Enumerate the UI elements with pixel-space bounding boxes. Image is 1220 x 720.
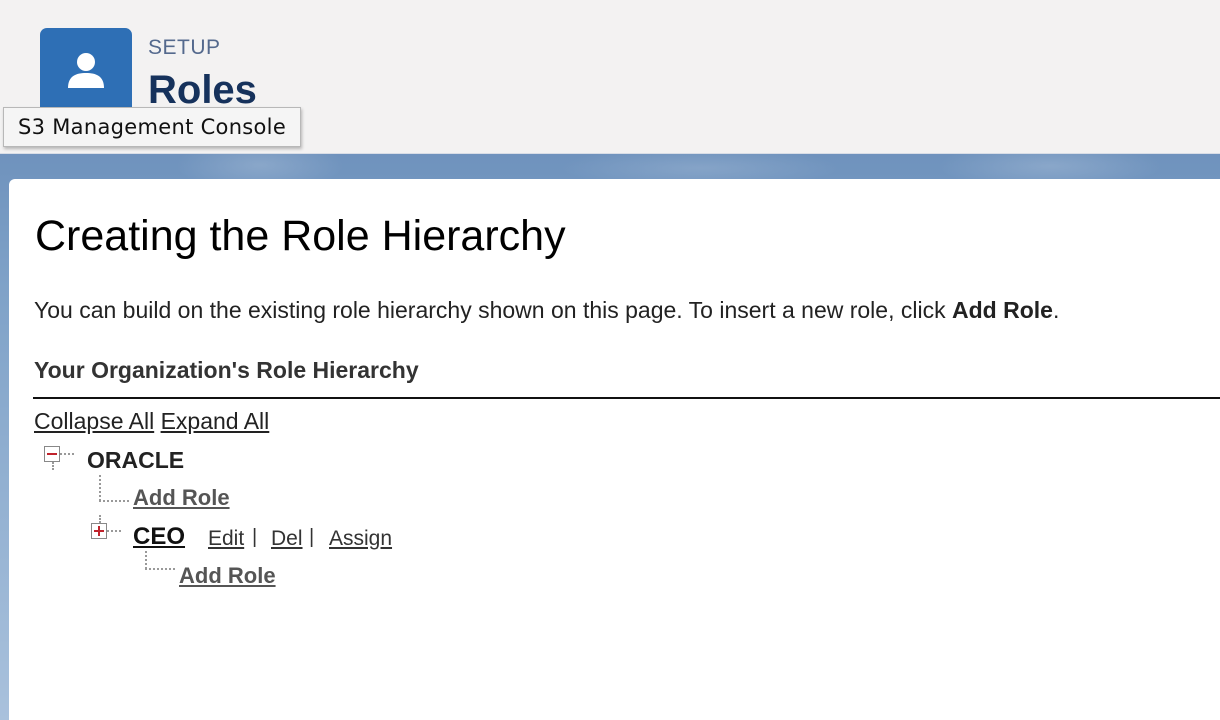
del-link[interactable]: Del: [271, 527, 303, 551]
section-divider: [33, 397, 1220, 399]
tree-connector: [145, 568, 175, 570]
tree-controls: Collapse All Expand All: [34, 408, 269, 435]
assign-link[interactable]: Assign: [329, 527, 392, 551]
content-panel: Creating the Role Hierarchy You can buil…: [9, 179, 1220, 720]
main-heading: Creating the Role Hierarchy: [35, 212, 566, 260]
intro-text: You can build on the existing role hiera…: [34, 297, 1059, 324]
tree-connector: [99, 475, 101, 501]
header-section-label: SETUP: [148, 36, 221, 59]
tooltip: S3 Management Console: [3, 107, 302, 147]
add-role-link-root[interactable]: Add Role: [133, 485, 230, 511]
tree-connector: [107, 530, 121, 532]
intro-text-suffix: .: [1052, 297, 1060, 323]
action-separator: |: [309, 526, 315, 548]
tree-connector: [52, 462, 54, 470]
tree-connector: [99, 515, 101, 523]
expand-all-link[interactable]: Expand All: [161, 408, 270, 434]
action-separator: |: [252, 526, 258, 548]
add-role-link-ceo[interactable]: Add Role: [179, 563, 276, 589]
intro-text-bold: Add Role: [951, 297, 1053, 323]
section-title: Your Organization's Role Hierarchy: [34, 357, 419, 383]
tree-connector: [60, 453, 74, 455]
role-node-oracle: ORACLE: [87, 447, 185, 473]
collapse-all-link[interactable]: Collapse All: [34, 408, 154, 434]
role-node-ceo[interactable]: CEO: [133, 523, 185, 551]
edit-link[interactable]: Edit: [208, 527, 244, 551]
minus-box-icon[interactable]: [44, 446, 60, 462]
intro-text-prefix: You can build on the existing role hiera…: [34, 297, 952, 323]
tree-connector: [145, 551, 147, 569]
tree-connector: [99, 500, 129, 502]
plus-box-icon[interactable]: [91, 523, 107, 539]
